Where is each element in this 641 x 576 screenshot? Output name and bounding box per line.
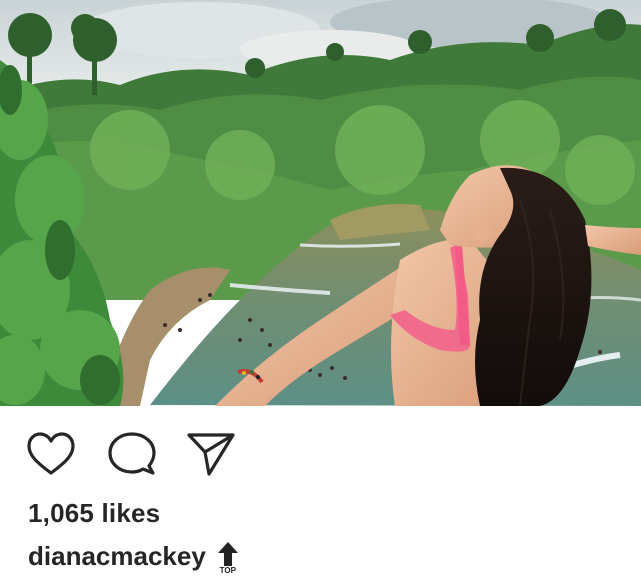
post-photo[interactable] [0, 0, 641, 406]
send-icon[interactable] [186, 430, 236, 480]
post-photo-scene [0, 0, 641, 406]
top-arrow-emoji-icon: TOP [216, 541, 240, 575]
caption-row: dianacmackey TOP [28, 538, 240, 575]
post-action-bar [0, 406, 641, 492]
instagram-post: 1,065 likes dianacmackey TOP [0, 0, 641, 576]
top-emoji-label: TOP [219, 566, 236, 575]
username[interactable]: dianacmackey [28, 541, 206, 572]
heart-icon[interactable] [26, 430, 76, 480]
likes-count[interactable]: 1,065 likes [28, 498, 160, 529]
comment-icon[interactable] [107, 430, 157, 480]
